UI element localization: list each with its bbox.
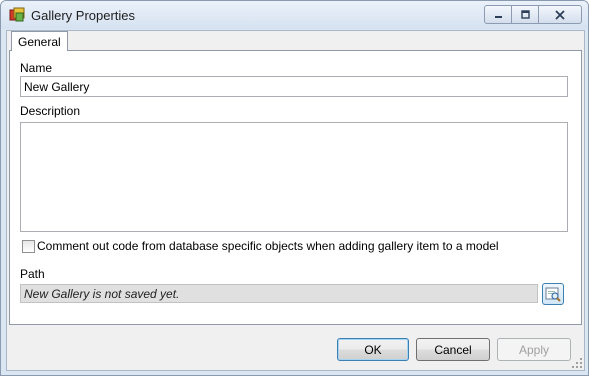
name-field[interactable]	[21, 77, 567, 96]
minimize-button[interactable]	[484, 5, 512, 24]
description-label: Description	[20, 104, 81, 118]
description-field-box	[20, 122, 568, 232]
dialog-body: General Name Description Comment out cod…	[6, 30, 585, 371]
name-field-box	[20, 76, 568, 97]
comment-out-checkbox-label[interactable]: Comment out code from database specific …	[37, 239, 499, 253]
ok-button-label: OK	[364, 342, 382, 357]
window-controls	[484, 5, 582, 24]
window-title: Gallery Properties	[31, 8, 136, 23]
path-label: Path	[20, 267, 45, 281]
comment-out-checkbox[interactable]	[22, 240, 35, 253]
cancel-button-label: Cancel	[434, 342, 472, 357]
cancel-button[interactable]: Cancel	[416, 338, 490, 361]
name-label: Name	[20, 61, 53, 75]
minimize-icon	[494, 16, 502, 18]
general-tab-panel: Name Description Comment out code from d…	[9, 50, 582, 325]
apply-button-label: Apply	[518, 342, 550, 357]
apply-button[interactable]: Apply	[497, 338, 571, 361]
title-bar[interactable]: Gallery Properties	[1, 1, 588, 29]
maximize-icon	[520, 10, 530, 19]
browse-folder-icon	[545, 287, 561, 302]
close-icon	[555, 9, 565, 20]
close-button[interactable]	[538, 5, 582, 24]
tab-general-label: General	[18, 34, 61, 49]
resize-grip-icon[interactable]	[571, 357, 583, 369]
tab-general[interactable]: General	[11, 31, 68, 51]
gallery-app-icon	[9, 7, 25, 22]
ok-button[interactable]: OK	[337, 338, 409, 361]
browse-button[interactable]	[542, 283, 564, 305]
description-field[interactable]	[21, 123, 567, 231]
dialog-window: Gallery Properties General Name Descript…	[0, 0, 589, 376]
path-field: New Gallery is not saved yet.	[20, 284, 538, 303]
maximize-button[interactable]	[511, 5, 539, 24]
